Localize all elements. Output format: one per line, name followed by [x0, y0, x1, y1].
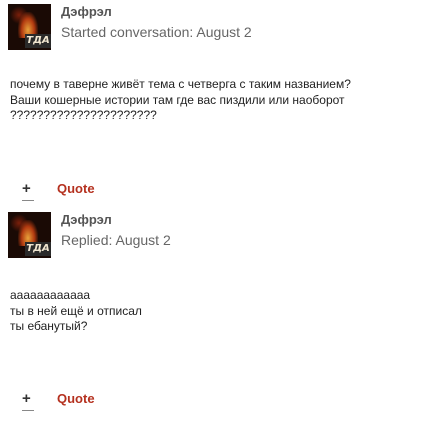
- message-line: ты в ней ещё и отписал: [10, 303, 142, 318]
- author-name[interactable]: Дэфрэл: [61, 4, 112, 19]
- post-actions: + Quote: [0, 180, 432, 206]
- message-line: Ваши кошерные истории там где вас пиздил…: [10, 92, 345, 107]
- post-meta: Replied: August 2: [61, 232, 171, 248]
- avatar[interactable]: ТДА: [8, 4, 51, 50]
- message-post: ТДА Дэфрэл Replied: August 2 ааааааааааа…: [0, 208, 432, 411]
- post-actions: + Quote: [0, 390, 432, 416]
- message-body: аааааааааааа ты в ней ещё и отписал ты е…: [0, 288, 432, 335]
- author-name[interactable]: Дэфрэл: [61, 212, 112, 227]
- avatar-tag: ТДА: [25, 34, 51, 48]
- post-header: ТДА Дэфрэл Replied: August 2: [0, 208, 432, 268]
- avatar[interactable]: ТДА: [8, 212, 51, 258]
- post-meta: Started conversation: August 2: [61, 24, 252, 40]
- message-body: почему в таверне живёт тема с четверга с…: [0, 77, 432, 124]
- plus-button[interactable]: +: [22, 390, 31, 408]
- message-line: ??????????????????????: [10, 108, 157, 122]
- message-line: почему в таверне живёт тема с четверга с…: [10, 77, 351, 91]
- plus-button[interactable]: +: [22, 180, 31, 198]
- quote-link[interactable]: Quote: [57, 181, 95, 196]
- message-post: ТДА Дэфрэл Started conversation: August …: [0, 0, 432, 201]
- plus-underline: [22, 410, 34, 411]
- post-header: ТДА Дэфрэл Started conversation: August …: [0, 0, 432, 60]
- quote-link[interactable]: Quote: [57, 391, 95, 406]
- message-line: ты ебанутый?: [10, 319, 88, 333]
- message-line: аааааааааааа: [10, 288, 91, 302]
- avatar-tag: ТДА: [25, 242, 51, 256]
- plus-underline: [22, 200, 34, 201]
